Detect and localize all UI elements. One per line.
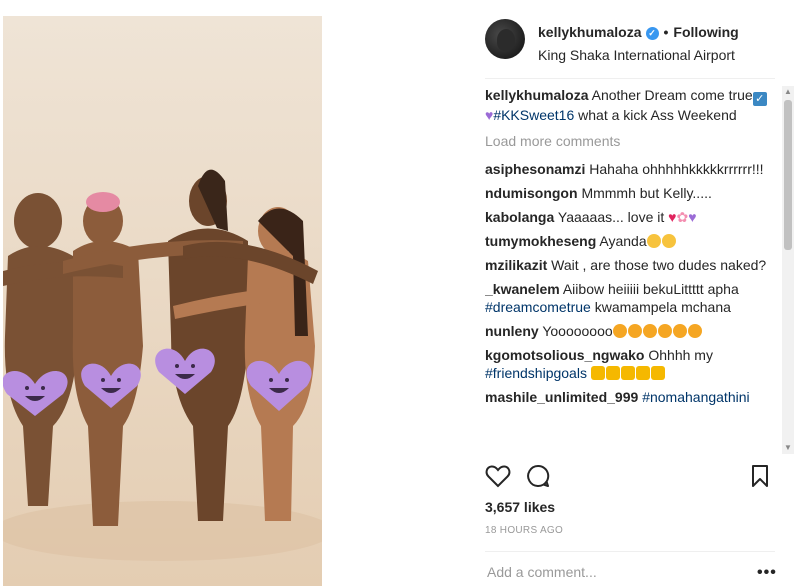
ok-hand-emoji-icon — [635, 366, 650, 380]
comment: nunleny Yoooooooo — [485, 322, 777, 340]
comment-username[interactable]: ndumisongon — [485, 185, 578, 201]
comment-text: Wait , are those two dudes naked? — [551, 257, 767, 273]
avatar[interactable] — [485, 19, 525, 59]
scrollbar-thumb[interactable] — [784, 100, 792, 250]
comment-text: Hahaha ohhhhhkkkkkrrrrrr!!! — [589, 161, 764, 177]
comments-scrollbar[interactable]: ▲ ▼ — [782, 86, 794, 454]
comment: mzilikazit Wait , are those two dudes na… — [485, 256, 777, 274]
heart-eyes-emoji-icon — [657, 324, 672, 338]
comment-username[interactable]: tumymokheseng — [485, 233, 596, 249]
heart-eyes-emoji-icon — [627, 324, 642, 338]
comment: kgomotsolious_ngwako Ohhhh my #friendshi… — [485, 346, 777, 382]
separator-dot: • — [663, 24, 669, 40]
ok-hand-emoji-icon — [650, 366, 665, 380]
load-more-comments-button[interactable]: Load more comments — [485, 132, 777, 150]
verified-icon: ✓ — [645, 27, 659, 40]
comment-text: Ohhhh my — [648, 347, 713, 363]
caption-text: Another Dream come true — [591, 87, 753, 103]
comment-text: Yoooooooo — [542, 323, 613, 339]
flexed-biceps-emoji-icon — [590, 366, 605, 380]
comment: tumymokheseng Ayanda — [485, 232, 777, 250]
comment-username[interactable]: kabolanga — [485, 209, 554, 225]
instagram-post: kellykhumaloza ✓ • Following King Shaka Int… — [0, 0, 797, 586]
post-timestamp: 18 HOURS AGO — [485, 525, 564, 536]
caption: kellykhumaloza Another Dream come true ✓ … — [485, 86, 777, 124]
comment-hashtag[interactable]: #nomahangathini — [642, 389, 749, 405]
add-comment-bar: ••• — [485, 551, 777, 587]
comment: kabolanga Yaaaaas... love it ♥✿♥ — [485, 208, 777, 226]
checkmark-emoji-icon: ✓ — [752, 92, 767, 106]
more-options-icon[interactable]: ••• — [757, 564, 777, 582]
comment: mashile_unlimited_999 #nomahangathini — [485, 388, 777, 406]
add-comment-input[interactable] — [485, 563, 739, 581]
heart-eyes-emoji-icon — [687, 324, 702, 338]
heart-icon[interactable] — [485, 464, 511, 488]
comment-icon[interactable] — [526, 464, 550, 488]
heart-eyes-emoji-icon — [612, 324, 627, 338]
caption-username[interactable]: kellykhumaloza — [485, 87, 589, 103]
photo-illustration — [3, 16, 322, 586]
comment-text: Yaaaaas... love it — [557, 209, 665, 225]
action-bar — [485, 462, 775, 492]
comment-text: Aiibow heiiiii bekuLittttt apha — [562, 281, 739, 297]
heart-eyes-emoji-icon — [672, 324, 687, 338]
caption-text-b: what a kick Ass Weekend — [578, 107, 737, 123]
hugging-face-emoji-icon — [661, 234, 676, 248]
hugging-face-emoji-icon — [646, 234, 661, 248]
heart-eyes-emoji-icon — [642, 324, 657, 338]
comment-username[interactable]: mashile_unlimited_999 — [485, 389, 638, 405]
comment: _kwanelem Aiibow heiiiii bekuLittttt aph… — [485, 280, 777, 316]
following-button[interactable]: Following — [673, 24, 738, 40]
comment-text: Ayanda — [599, 233, 647, 249]
purple-heart-emoji-icon: ♥ — [688, 209, 697, 225]
comment-hashtag[interactable]: #friendshipgoals — [485, 365, 587, 381]
comment-username[interactable]: kgomotsolious_ngwako — [485, 347, 644, 363]
comment-username[interactable]: nunleny — [485, 323, 539, 339]
comments-list[interactable]: kellykhumaloza Another Dream come true ✓ … — [485, 86, 777, 454]
comment-username[interactable]: mzilikazit — [485, 257, 547, 273]
flexed-biceps-emoji-icon — [605, 366, 620, 380]
comment-text-b: kwamampela mchana — [594, 299, 731, 315]
post-header: kellykhumaloza ✓ • Following King Shaka Int… — [485, 0, 775, 79]
comment-hashtag[interactable]: #dreamcometrue — [485, 299, 591, 315]
scroll-up-arrow-icon[interactable]: ▲ — [782, 86, 794, 98]
comment-username[interactable]: asiphesonamzi — [485, 161, 585, 177]
comment-text: Mmmmh but Kelly..... — [581, 185, 712, 201]
flower-emoji-icon: ✿ — [676, 209, 689, 225]
flexed-biceps-emoji-icon — [620, 366, 635, 380]
post-photo[interactable] — [3, 16, 322, 586]
comment: asiphesonamzi Hahaha ohhhhhkkkkkrrrrrr!!… — [485, 160, 777, 178]
comment-username[interactable]: _kwanelem — [485, 281, 560, 297]
location-link[interactable]: King Shaka International Airport — [538, 47, 735, 63]
header-username-line: kellykhumaloza ✓ • Following — [538, 24, 739, 40]
header-username[interactable]: kellykhumaloza — [538, 24, 642, 40]
likes-count[interactable]: 3,657 likes — [485, 499, 555, 515]
bookmark-icon[interactable] — [751, 464, 769, 488]
post-side-pane: kellykhumaloza ✓ • Following King Shaka Int… — [469, 0, 797, 586]
scroll-down-arrow-icon[interactable]: ▼ — [782, 442, 794, 454]
caption-hashtag[interactable]: #KKSweet16 — [493, 107, 574, 123]
comment: ndumisongon Mmmmh but Kelly..... — [485, 184, 777, 202]
